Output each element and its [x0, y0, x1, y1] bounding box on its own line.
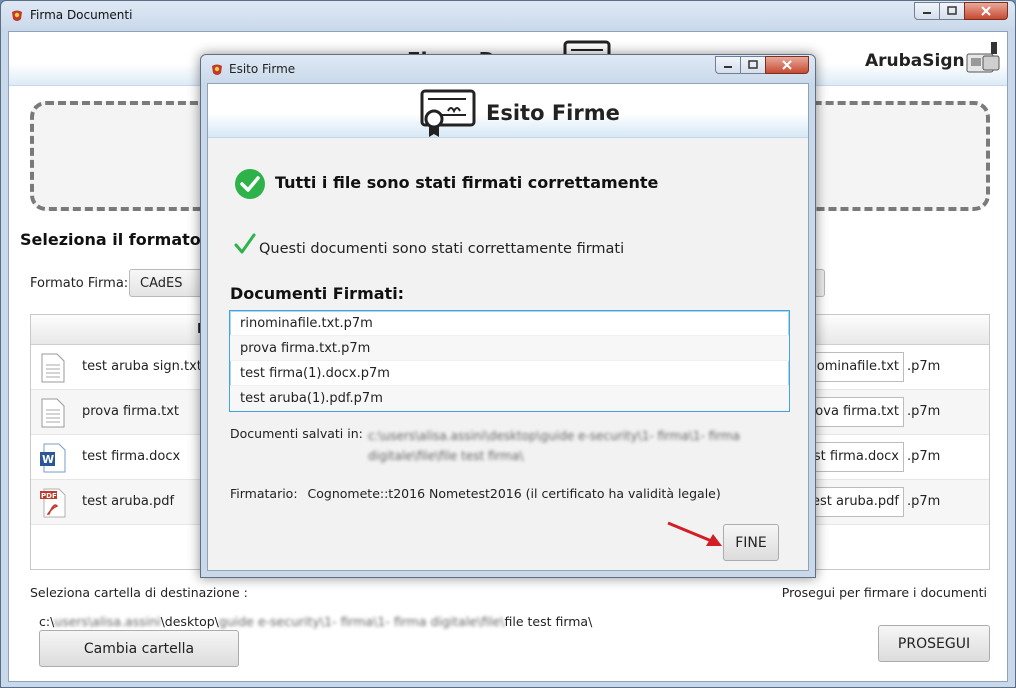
list-item[interactable]: test aruba(1).pdf.p7m: [230, 386, 789, 411]
path-suffix: file test firma\: [504, 614, 593, 629]
section-title: Seleziona il formato d: [20, 230, 218, 249]
svg-text:W: W: [42, 453, 54, 466]
word-file-icon: W: [40, 443, 66, 473]
maximize-button[interactable]: [939, 2, 965, 20]
arubasign-app-icon: [212, 64, 222, 75]
dialog-title: Esito Firme: [229, 62, 296, 76]
proceed-button[interactable]: PROSEGUI: [878, 625, 990, 662]
dialog-body: Esito Firme Tutti i file sono stati firm…: [207, 83, 809, 571]
file-name: test aruba.pdf: [82, 494, 175, 509]
success-message: Tutti i file sono stati firmati corretta…: [275, 173, 659, 192]
destination-path: c:\users\alisa.assini\desktop\guide e-se…: [39, 614, 592, 629]
checkmark-icon: [234, 233, 256, 254]
file-name: test aruba sign.txt: [82, 359, 202, 374]
saved-path: c:\users\alisa.assini\desktop\guide e-se…: [368, 429, 740, 463]
signer-value: Cognomete::t2016 Nometest2016 (il certif…: [307, 486, 721, 501]
output-extension: .p7m: [907, 404, 941, 419]
signer-label: Firmatario:: [230, 486, 298, 501]
signed-documents-message: Questi documenti sono stati correttament…: [259, 241, 625, 257]
change-folder-button[interactable]: Cambia cartella: [39, 630, 239, 667]
fine-button[interactable]: FINE: [723, 524, 779, 561]
signed-documents-list[interactable]: rinominafile.txt.p7m prova firma.txt.p7m…: [229, 310, 790, 412]
window-title: Firma Documenti: [30, 8, 133, 22]
dialog-maximize-button[interactable]: [740, 56, 766, 74]
list-item[interactable]: test firma(1).docx.p7m: [230, 361, 789, 386]
dialog-window-controls: [715, 56, 809, 74]
certificate-icon: [420, 89, 476, 137]
signed-documents-title: Documenti Firmati:: [230, 284, 405, 303]
dialog-banner-title: Esito Firme: [486, 101, 620, 125]
dialog-titlebar: Esito Firme: [201, 55, 815, 83]
destination-label: Seleziona cartella di destinazione :: [30, 585, 248, 600]
output-extension: .p7m: [907, 449, 941, 464]
success-check-circle-icon: [235, 169, 265, 199]
file-name: test firma.docx: [82, 449, 181, 464]
path-blurred-segment: guide e-security\1- firma\1- firma digit…: [218, 614, 505, 629]
text-file-icon: [41, 398, 65, 428]
proceed-hint: Prosegui per firmare i documenti: [781, 585, 987, 600]
minimize-icon: [923, 12, 931, 14]
maximize-icon: [748, 60, 758, 69]
arubasign-app-icon: [12, 10, 22, 21]
saved-in-label: Documenti salvati in:: [230, 426, 363, 441]
list-item[interactable]: prova firma.txt.p7m: [230, 336, 789, 361]
format-select[interactable]: CAdES: [129, 269, 209, 297]
path-blurred-segment: users\alisa.assini: [54, 614, 161, 629]
window-controls: [914, 2, 1008, 20]
dialog-minimize-button[interactable]: [715, 56, 741, 74]
signer-info: Firmatario: Cognomete::t2016 Nometest2016…: [230, 486, 721, 501]
output-extension: .p7m: [907, 494, 941, 509]
svg-text:PDF: PDF: [41, 492, 57, 500]
format-label: Formato Firma:: [30, 276, 129, 291]
smartcard-reader-icon: [966, 42, 1000, 73]
minimize-icon: [724, 66, 732, 68]
path-middle: \desktop\: [160, 614, 219, 629]
main-titlebar: Firma Documenti: [1, 1, 1015, 31]
red-arrow-annotation: [667, 521, 722, 546]
maximize-icon: [947, 6, 957, 15]
path-prefix: c:\: [39, 614, 55, 629]
close-icon: [782, 60, 792, 70]
brand-name: ArubaSign: [865, 51, 965, 71]
dialog-close-button[interactable]: [765, 56, 809, 74]
text-file-icon: [41, 353, 65, 383]
file-name: prova firma.txt: [82, 404, 180, 419]
list-item[interactable]: rinominafile.txt.p7m: [230, 311, 789, 336]
dialog-banner: Esito Firme: [208, 84, 808, 138]
close-button[interactable]: [964, 2, 1008, 20]
output-extension: .p7m: [907, 359, 941, 374]
close-icon: [981, 6, 991, 16]
pdf-file-icon: PDF: [40, 488, 66, 518]
signature-result-dialog: Esito Firme Esito Firme Tutti i file son…: [200, 54, 816, 578]
minimize-button[interactable]: [914, 2, 940, 20]
